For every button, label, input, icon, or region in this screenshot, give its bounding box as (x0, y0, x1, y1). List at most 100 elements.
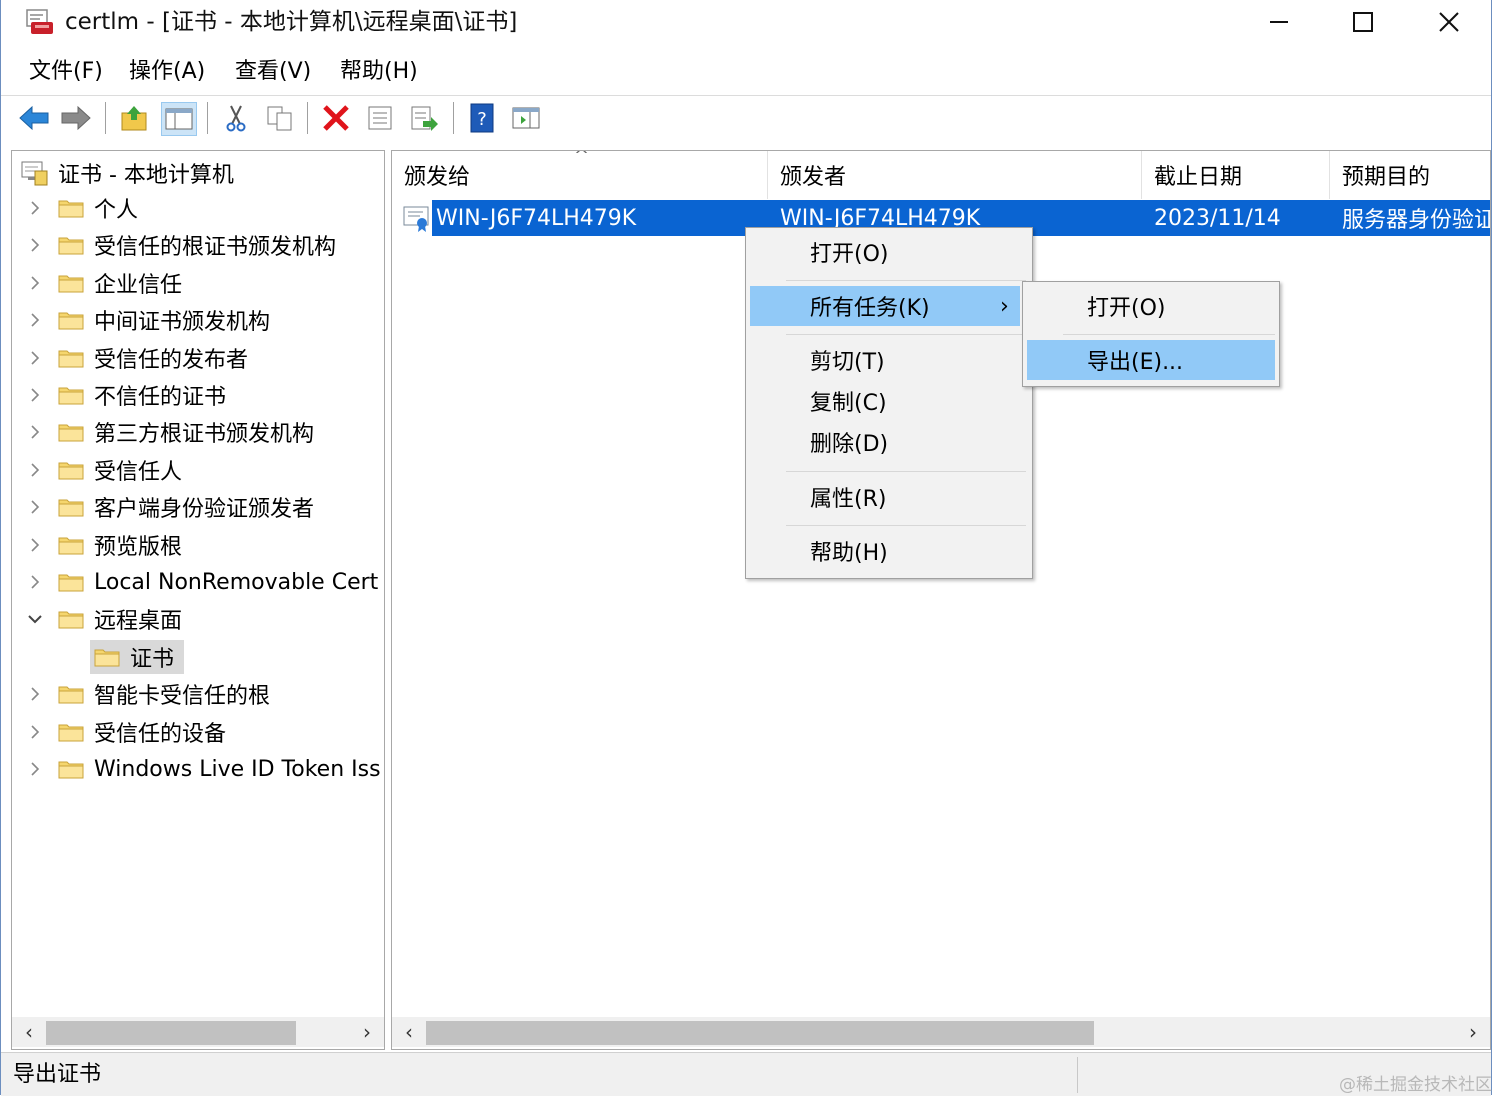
up-one-level-button[interactable] (117, 102, 151, 134)
chevron-right-icon[interactable] (26, 199, 44, 217)
tree-item[interactable]: Windows Live ID Token Iss (12, 752, 384, 786)
tree-item[interactable]: 受信任的根证书颁发机构 (12, 228, 384, 262)
help-button[interactable]: ? (465, 102, 499, 134)
list-horizontal-scrollbar[interactable]: ‹ › (392, 1017, 1490, 1047)
menu-help[interactable]: 帮助(H) (340, 58, 418, 86)
ctx-delete-label: 删除(D) (810, 432, 889, 457)
minimize-button[interactable] (1239, 0, 1319, 44)
tree-item-label: 远程桌面 (94, 609, 183, 634)
ctx-open[interactable]: 打开(O) (750, 232, 1028, 272)
chevron-right-icon[interactable] (26, 423, 44, 441)
tree-item-label: 客户端身份验证颁发者 (94, 497, 315, 522)
column-header-issued-by[interactable]: 颁发者 (768, 151, 1142, 199)
submenu-export[interactable]: 导出(E)... (1027, 340, 1275, 380)
scrollbar-thumb[interactable] (46, 1021, 296, 1045)
menu-view[interactable]: 查看(V) (235, 58, 311, 86)
chevron-right-icon[interactable] (26, 236, 44, 254)
maximize-button[interactable] (1323, 0, 1403, 44)
window-title: certlm - [证书 - 本地计算机\远程桌面\证书] (65, 9, 518, 35)
chevron-down-icon[interactable] (26, 610, 44, 628)
column-purpose-label: 预期目的 (1342, 165, 1431, 190)
scroll-left-icon[interactable]: ‹ (14, 1017, 44, 1047)
cell-issued-to: WIN-J6F74LH479K (436, 205, 637, 231)
chevron-right-icon[interactable] (26, 536, 44, 554)
mmc-view-button[interactable] (509, 102, 543, 134)
chevron-right-icon[interactable] (26, 349, 44, 367)
chevron-right-icon[interactable] (26, 386, 44, 404)
ctx-properties-label: 属性(R) (810, 487, 887, 512)
ctx-help-label: 帮助(H) (810, 541, 888, 566)
column-header-purpose[interactable]: 预期目的 (1330, 151, 1490, 199)
column-header-issued-to[interactable]: 颁发给 ^ (392, 151, 768, 199)
ctx-properties[interactable]: 属性(R) (750, 477, 1028, 517)
folder-icon (58, 535, 84, 555)
properties-button[interactable] (363, 102, 397, 134)
tree-item[interactable]: 中间证书颁发机构 (12, 303, 384, 337)
chevron-right-icon[interactable] (26, 685, 44, 703)
submenu-open[interactable]: 打开(O) (1027, 286, 1275, 326)
tree-item[interactable]: 不信任的证书 (12, 378, 384, 412)
chevron-right-icon[interactable] (26, 274, 44, 292)
status-text: 导出证书 (13, 1062, 102, 1087)
toolbar-separator (453, 102, 454, 134)
export-list-button[interactable] (407, 102, 441, 134)
folder-icon (58, 385, 84, 405)
tree-item[interactable]: 受信任的设备 (12, 715, 384, 749)
tree-item[interactable]: 受信任人 (12, 453, 384, 487)
folder-icon (58, 273, 84, 293)
chevron-right-icon[interactable] (26, 723, 44, 741)
scrollbar-thumb[interactable] (426, 1021, 1094, 1045)
tree-item-label: 个人 (94, 198, 139, 223)
copy-button[interactable] (263, 102, 297, 134)
tree-item[interactable]: 个人 (12, 191, 384, 225)
tree-item[interactable]: 受信任的发布者 (12, 341, 384, 375)
tree-item[interactable]: 预览版根 (12, 528, 384, 562)
ctx-help[interactable]: 帮助(H) (750, 531, 1028, 571)
tree-item-label: 受信任人 (94, 460, 183, 485)
tree-item[interactable]: 客户端身份验证颁发者 (12, 490, 384, 524)
folder-icon (58, 198, 84, 218)
show-hide-console-tree-button[interactable] (161, 102, 197, 136)
chevron-right-icon[interactable] (26, 498, 44, 516)
scroll-right-icon[interactable]: › (352, 1017, 382, 1047)
back-arrow-icon (19, 105, 49, 131)
tree-root[interactable]: 证书 - 本地计算机 (20, 157, 234, 189)
column-header-expiry[interactable]: 截止日期 (1142, 151, 1330, 199)
tree-item-label: Local NonRemovable Cert (94, 569, 379, 595)
chevron-right-icon[interactable] (26, 760, 44, 778)
menu-file[interactable]: 文件(F) (29, 58, 103, 86)
menu-action[interactable]: 操作(A) (129, 58, 205, 86)
close-button[interactable] (1409, 0, 1489, 44)
tree-item[interactable]: 第三方根证书颁发机构 (12, 415, 384, 449)
ctx-copy[interactable]: 复制(C) (750, 381, 1028, 421)
close-icon (1439, 12, 1459, 32)
folder-icon (58, 235, 84, 255)
scroll-left-icon[interactable]: ‹ (394, 1017, 424, 1047)
tree-item[interactable]: Local NonRemovable Cert (12, 565, 384, 599)
tree-item-label: 中间证书颁发机构 (94, 310, 271, 335)
tree-item[interactable]: 企业信任 (12, 266, 384, 300)
tree-horizontal-scrollbar[interactable]: ‹ › (12, 1017, 384, 1047)
cut-button[interactable] (219, 102, 253, 134)
ctx-all-tasks[interactable]: 所有任务(K) › (750, 286, 1020, 326)
forward-button[interactable] (59, 102, 93, 134)
tree-item[interactable]: 智能卡受信任的根 (12, 677, 384, 711)
chevron-right-icon[interactable] (26, 311, 44, 329)
submenu-export-label: 导出(E)... (1087, 350, 1184, 375)
chevron-right-icon[interactable] (26, 461, 44, 479)
folder-icon (58, 684, 84, 704)
delete-button[interactable] (319, 102, 353, 134)
tree-item-child[interactable]: 证书 (12, 640, 384, 674)
tree-item[interactable]: 远程桌面 (12, 602, 384, 636)
svg-text:?: ? (477, 109, 487, 130)
scroll-right-icon[interactable]: › (1458, 1017, 1488, 1047)
export-list-icon (411, 106, 438, 131)
ctx-cut[interactable]: 剪切(T) (750, 340, 1028, 380)
ctx-delete[interactable]: 删除(D) (750, 422, 1028, 462)
menu-bar: 文件(F) 操作(A) 查看(V) 帮助(H) (1, 52, 1491, 92)
tree-root-label: 证书 - 本地计算机 (58, 163, 234, 188)
folder-icon (58, 348, 84, 368)
tree-item-label: 智能卡受信任的根 (94, 684, 271, 709)
chevron-right-icon[interactable] (26, 573, 44, 591)
back-button[interactable] (17, 102, 51, 134)
